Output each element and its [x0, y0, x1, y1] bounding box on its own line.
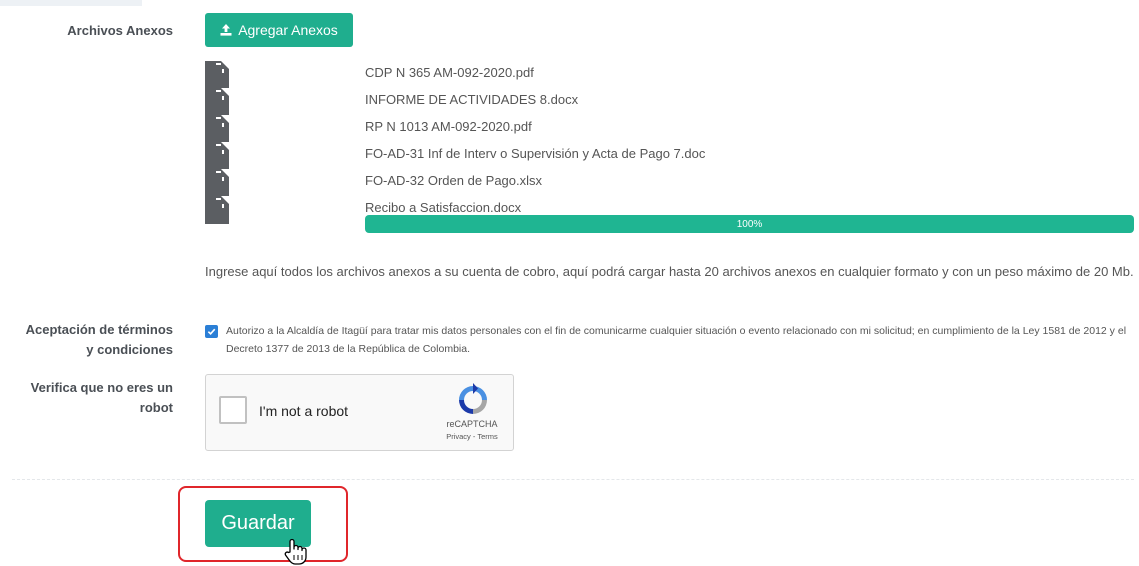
attachment-filename: Recibo a Satisfaccion.docx	[365, 200, 522, 215]
attachment-item: FO-AD-32 Orden de Pago.xlsx	[205, 169, 1135, 197]
top-tab-strip	[0, 0, 142, 6]
attachment-item: RP N 1013 AM-092-2020.pdf	[205, 115, 1135, 143]
terms-label: Aceptación de términos y condiciones	[8, 320, 173, 360]
file-icon	[205, 142, 229, 170]
terms-label-line1: Aceptación de términos	[25, 322, 173, 337]
upload-progress-label: 100%	[736, 218, 763, 230]
terms-label-line2: y condiciones	[86, 342, 173, 357]
recaptcha-brand: reCAPTCHA	[446, 419, 498, 429]
attachment-item: FO-AD-31 Inf de Interv o Supervisión y A…	[205, 142, 1135, 170]
anexos-label: Archivos Anexos	[67, 23, 173, 38]
recaptcha-widget: I'm not a robot reCAPTCHA Privacy - Term…	[205, 374, 514, 451]
attachment-filename: INFORME DE ACTIVIDADES 8.docx	[365, 92, 579, 107]
attachment-filename: RP N 1013 AM-092-2020.pdf	[365, 119, 532, 134]
recaptcha-privacy-terms[interactable]: Privacy - Terms	[432, 432, 512, 441]
recaptcha-checkbox[interactable]	[219, 396, 247, 424]
captcha-label-line1: Verifica que no eres un	[30, 380, 173, 395]
file-icon	[205, 196, 229, 224]
upload-progress-fill: 100%	[365, 215, 1134, 233]
hand-cursor-icon	[284, 538, 307, 565]
add-attachments-label: Agregar Anexos	[238, 22, 338, 38]
attachments-help-text: Ingrese aquí todos los archivos anexos a…	[205, 264, 1134, 279]
captcha-label: Verifica que no eres un robot	[8, 378, 173, 418]
file-icon	[205, 169, 229, 197]
attachment-item: INFORME DE ACTIVIDADES 8.docx	[205, 88, 1135, 116]
add-attachments-button[interactable]: Agregar Anexos	[205, 13, 353, 47]
upload-progress-bar: 100%	[365, 215, 1134, 233]
attachment-filename: FO-AD-31 Inf de Interv o Supervisión y A…	[365, 146, 706, 161]
attachment-filename: CDP N 365 AM-092-2020.pdf	[365, 65, 534, 80]
file-icon	[205, 115, 229, 143]
terms-text: Autorizo a la Alcaldía de Itagüí para tr…	[226, 325, 1127, 355]
terms-checkbox[interactable]	[205, 325, 218, 338]
attachment-item: CDP N 365 AM-092-2020.pdf	[205, 61, 1135, 89]
check-icon	[207, 328, 216, 336]
file-icon	[205, 61, 229, 89]
recaptcha-logo-icon	[459, 383, 487, 414]
recaptcha-checkbox-label: I'm not a robot	[259, 403, 349, 419]
file-icon	[205, 88, 229, 116]
form-divider	[12, 479, 1134, 480]
upload-icon	[220, 24, 232, 36]
captcha-label-line2: robot	[139, 400, 173, 415]
attachment-filename: FO-AD-32 Orden de Pago.xlsx	[365, 173, 543, 188]
